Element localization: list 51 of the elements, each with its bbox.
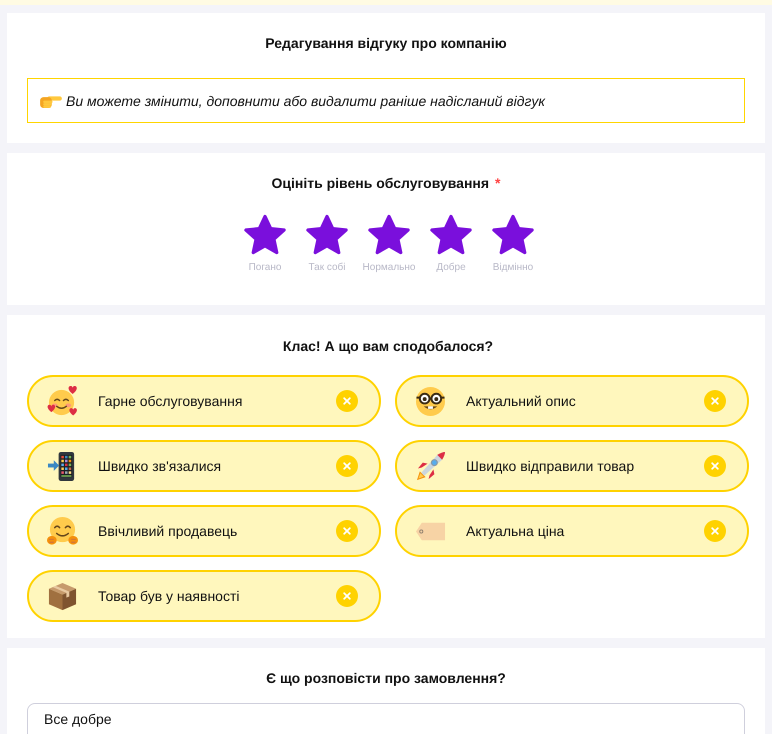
rating-label: Так собі: [308, 262, 346, 274]
rating-label: Нормально: [362, 262, 416, 274]
remove-button[interactable]: [704, 455, 726, 477]
comment-field[interactable]: Все добре: [27, 703, 745, 734]
section-title: Оцініть рівень обслуговування: [272, 175, 490, 191]
option-label: Актуальна ціна: [466, 523, 566, 539]
remove-button[interactable]: [336, 585, 358, 607]
star-icon[interactable]: [367, 214, 411, 255]
section-title: Редагування відгуку про компанію: [265, 35, 507, 51]
remove-button[interactable]: [336, 390, 358, 412]
remove-button[interactable]: [336, 520, 358, 542]
option-label: Товар був у наявності: [98, 588, 240, 604]
required-asterisk: *: [495, 175, 500, 191]
section-title: Клас! А що вам сподобалося?: [282, 338, 494, 354]
x-icon: [343, 397, 351, 405]
nerd-face-icon: [415, 386, 446, 416]
x-icon: [711, 397, 719, 405]
notice-text: Ви можете змінити, доповнити або видалити раніше надісланий відгук: [66, 92, 545, 108]
option-chip[interactable]: Швидко зв'язалися: [27, 440, 381, 492]
option-chip[interactable]: Актуальна ціна: [395, 505, 749, 557]
section-title: Є що розповісти про замовлення?: [266, 670, 506, 686]
star-icon[interactable]: [491, 214, 535, 255]
star-icon[interactable]: [429, 214, 473, 255]
option-chip[interactable]: Ввічливий продавець: [27, 505, 381, 557]
pointing-hand-icon: [40, 94, 62, 108]
remove-button[interactable]: [704, 390, 726, 412]
x-icon: [343, 462, 351, 470]
option-label: Актуальний опис: [466, 393, 577, 409]
option-label: Гарне обслуговування: [98, 393, 244, 409]
rocket-icon: [415, 450, 446, 482]
rating-label: Добре: [436, 262, 466, 274]
option-chip[interactable]: Товар був у наявності: [27, 570, 381, 622]
option-chip[interactable]: Гарне обслуговування: [27, 375, 381, 427]
rating-label: Відмінно: [492, 262, 534, 274]
hugging-face-icon: [47, 516, 78, 546]
option-label: Швидко відправили товар: [466, 458, 636, 474]
x-icon: [343, 592, 351, 600]
x-icon: [711, 462, 719, 470]
option-label: Швидко зв'язалися: [98, 458, 222, 474]
rating-label: Погано: [248, 262, 282, 274]
x-icon: [343, 527, 351, 535]
x-icon: [711, 527, 719, 535]
remove-button[interactable]: [336, 455, 358, 477]
package-icon: [47, 580, 78, 612]
star-icon[interactable]: [305, 214, 349, 255]
option-chip[interactable]: Актуальний опис: [395, 375, 749, 427]
smiling-face-with-hearts-icon: [47, 386, 78, 416]
star-icon[interactable]: [243, 214, 287, 255]
option-chip[interactable]: Швидко відправили товар: [395, 440, 749, 492]
remove-button[interactable]: [704, 520, 726, 542]
option-label: Ввічливий продавець: [98, 523, 238, 539]
